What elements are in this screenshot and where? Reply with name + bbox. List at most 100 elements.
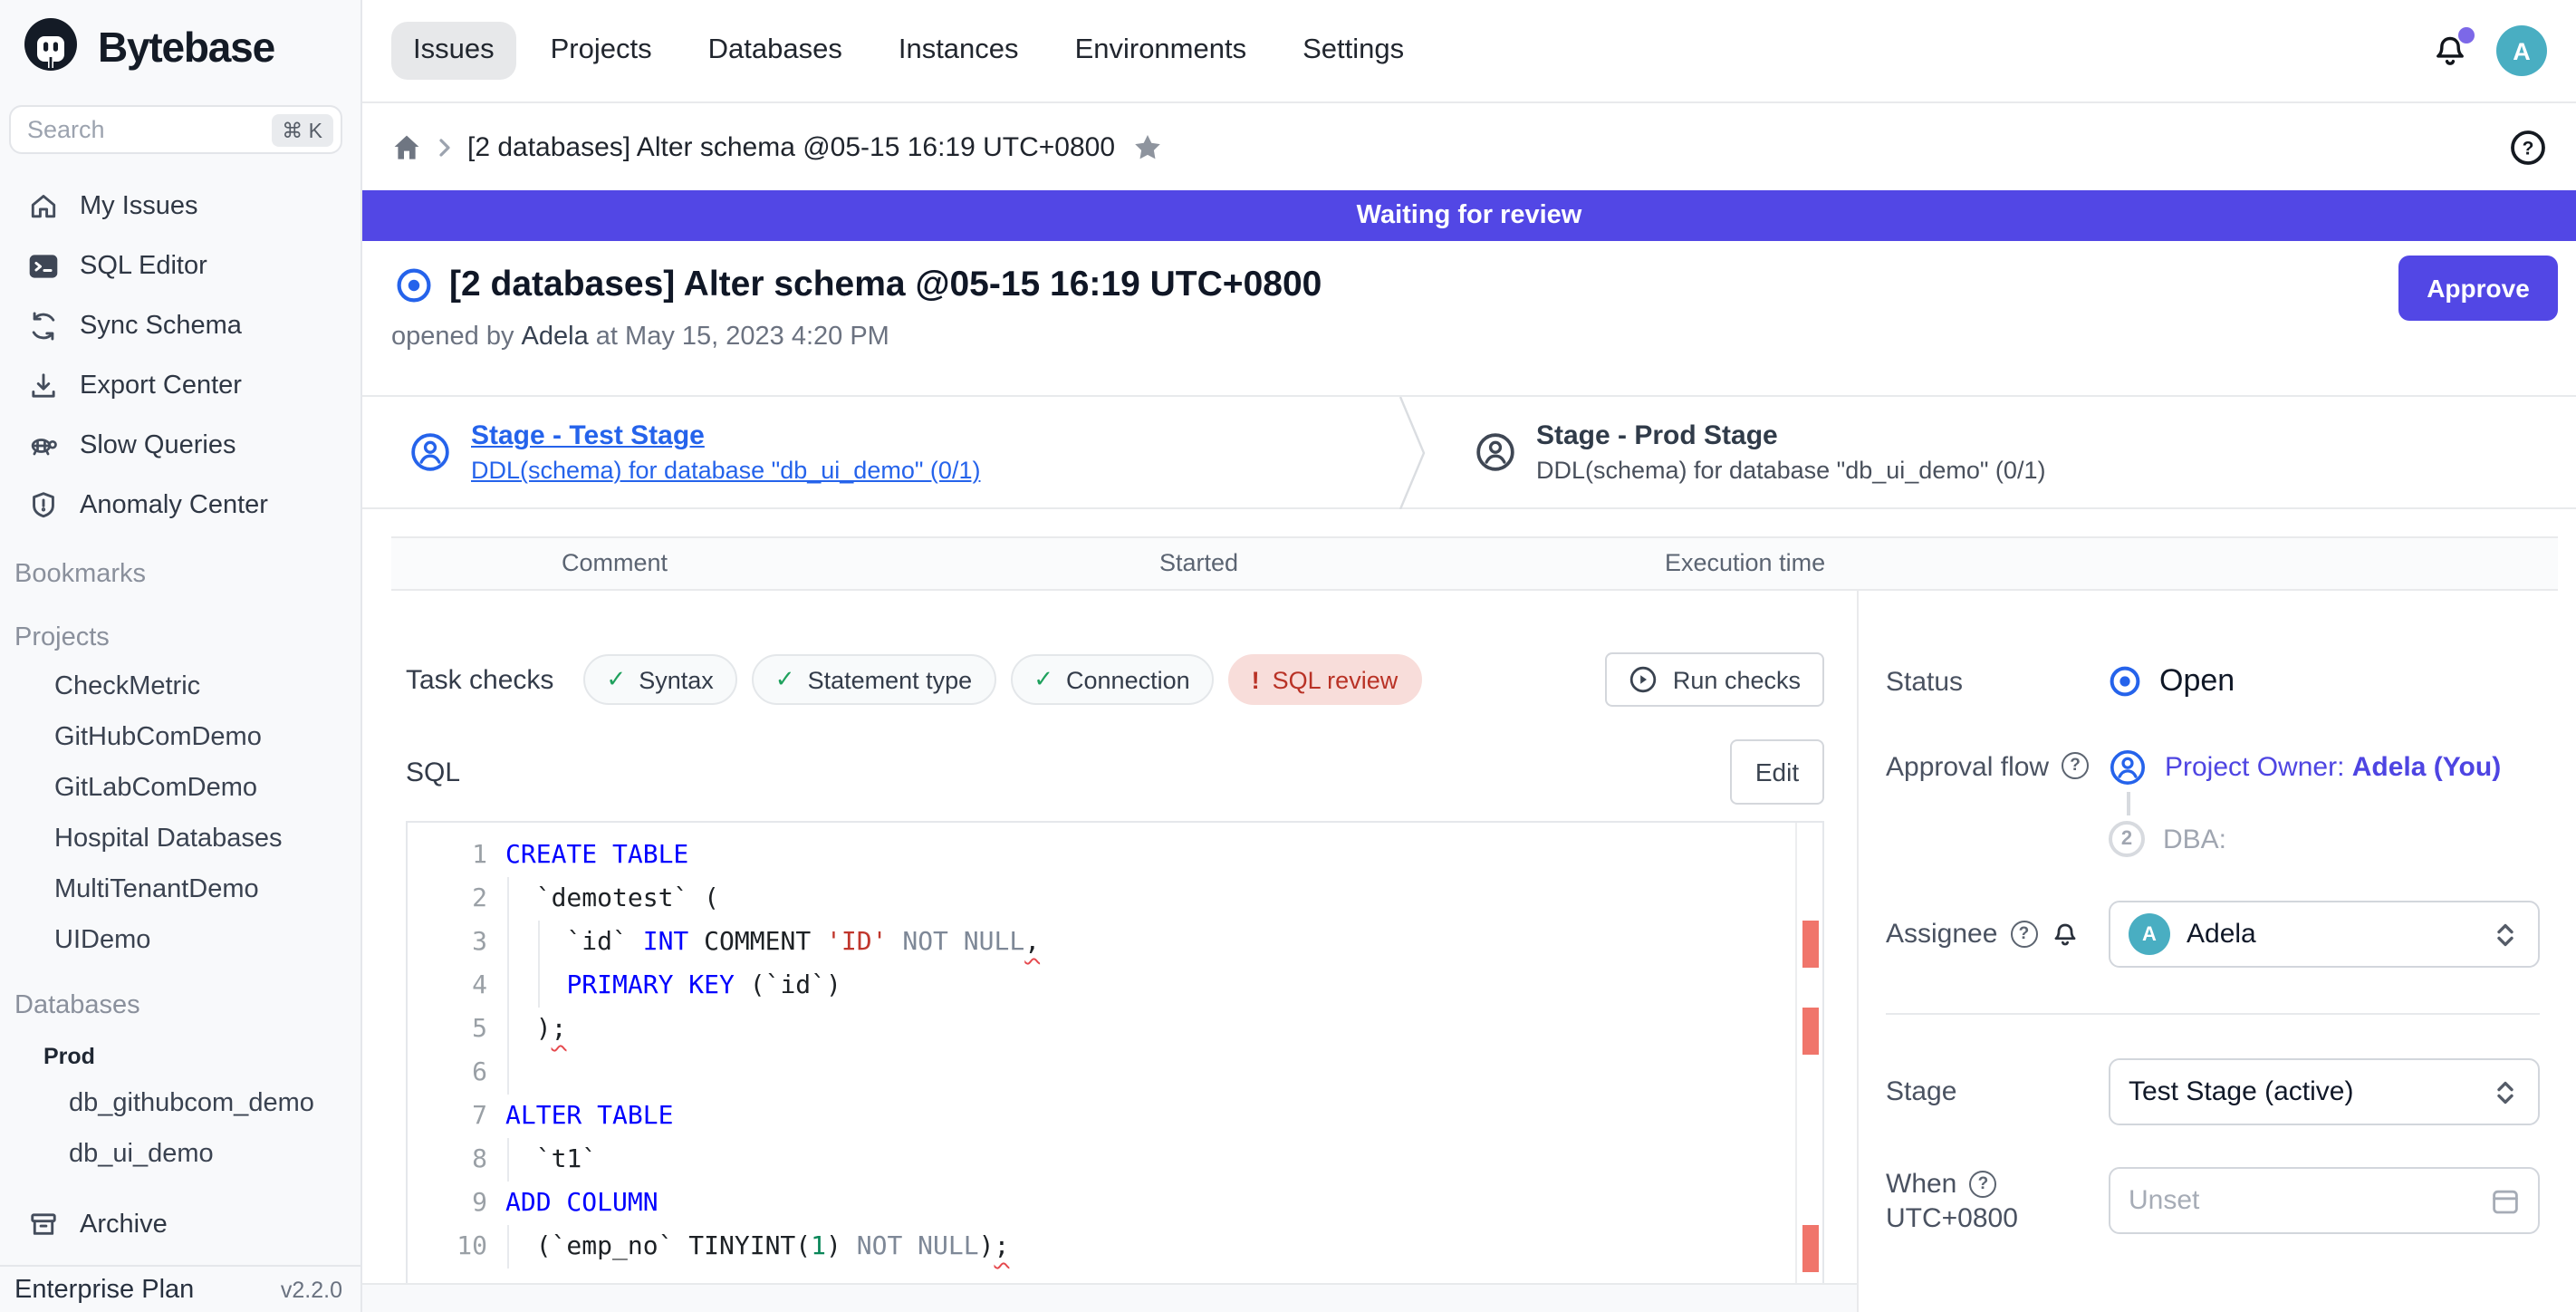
code-token-error: , <box>1024 928 1040 957</box>
question-icon[interactable]: ? <box>2010 921 2037 948</box>
code-token: ) <box>979 1232 995 1261</box>
check-badges: ✓ Syntax ✓ Statement type ✓ Connection <box>582 654 1421 705</box>
column-execution-time: Execution time <box>1665 538 1825 589</box>
top-nav-tabs: Issues Projects Databases Instances Envi… <box>391 22 1426 80</box>
sql-section-header: SQL Edit <box>406 739 1824 805</box>
play-circle-icon <box>1629 665 1658 694</box>
sidebar-item-archive[interactable]: Archive <box>0 1194 360 1254</box>
star-icon[interactable] <box>1131 131 1162 162</box>
opened-prefix: opened by <box>391 323 514 352</box>
code-token: NOT NULL <box>857 1232 979 1261</box>
stage-separator-chevron <box>1399 396 1427 508</box>
line-number: 5 <box>408 1008 487 1051</box>
sidebar-section-databases[interactable]: Databases <box>0 980 360 1029</box>
task-checks-label: Task checks <box>406 664 553 695</box>
assignee-select[interactable]: A Adela <box>2109 901 2540 968</box>
plan-footer: Enterprise Plan v2.2.0 <box>0 1265 360 1312</box>
when-datetime-input[interactable]: Unset <box>2109 1167 2540 1234</box>
sidebar-project-uidemo[interactable]: UIDemo <box>0 915 360 966</box>
status-banner-text: Waiting for review <box>1357 201 1582 230</box>
run-checks-button[interactable]: Run checks <box>1606 652 1824 707</box>
notifications-button[interactable] <box>2431 32 2469 70</box>
line-number: 7 <box>408 1095 487 1138</box>
main-area: Issues Projects Databases Instances Envi… <box>362 0 2576 1312</box>
step-number-badge: 2 <box>2109 821 2145 857</box>
svg-text:?: ? <box>2523 138 2534 159</box>
tab-instances[interactable]: Instances <box>877 22 1041 80</box>
check-syntax[interactable]: ✓ Syntax <box>582 654 736 705</box>
edit-sql-button[interactable]: Edit <box>1730 739 1824 805</box>
sidebar-db-githubcom-demo[interactable]: db_githubcom_demo <box>0 1078 360 1129</box>
approval-step-1[interactable]: Project Owner: Adela (You) <box>2109 748 2501 786</box>
check-fail-icon: ! <box>1252 666 1260 693</box>
approve-button[interactable]: Approve <box>2398 256 2558 321</box>
when-label: When <box>1886 1168 1956 1199</box>
check-label: Connection <box>1066 666 1190 693</box>
stage-card-prod[interactable]: Stage - Prod Stage DDL(schema) for datab… <box>1427 420 2045 484</box>
opened-time: May 15, 2023 4:20 PM <box>625 323 889 352</box>
sidebar-project-gitlabcomdemo[interactable]: GitLabComDemo <box>0 763 360 814</box>
sidebar-item-label: Anomaly Center <box>80 490 268 519</box>
question-icon[interactable]: ? <box>1969 1170 1996 1197</box>
plan-name: Enterprise Plan <box>14 1275 194 1304</box>
indent-guide <box>538 921 540 964</box>
search-shortcut: ⌘ K <box>271 113 333 146</box>
terminal-icon <box>27 249 60 282</box>
sidebar-item-sql-editor[interactable]: SQL Editor <box>0 236 360 295</box>
home-breadcrumb-icon[interactable] <box>391 131 422 162</box>
sidebar-item-sync-schema[interactable]: Sync Schema <box>0 295 360 355</box>
sidebar-section-projects[interactable]: Projects <box>0 613 360 661</box>
stage-card-test[interactable]: Stage - Test Stage DDL(schema) for datab… <box>362 420 1399 484</box>
approval-flow-row: Approval flow ? Project Owner: Adela (Yo… <box>1886 748 2540 857</box>
sidebar-project-multitenantdemo[interactable]: MultiTenantDemo <box>0 864 360 915</box>
search-input[interactable]: Search ⌘ K <box>9 105 342 154</box>
sidebar-item-anomaly-center[interactable]: Anomaly Center <box>0 475 360 535</box>
download-icon <box>27 369 60 401</box>
question-icon[interactable]: ? <box>2062 752 2089 779</box>
sidebar-project-hospital-databases[interactable]: Hospital Databases <box>0 814 360 864</box>
calendar-icon <box>2491 1186 2520 1215</box>
assignee-row: Assignee ? A Adela <box>1886 901 2540 968</box>
breadcrumb: [2 databases] Alter schema @05-15 16:19 … <box>362 103 2576 190</box>
stage-subtitle: DDL(schema) for database "db_ui_demo" (0… <box>1536 457 2045 484</box>
code-token: PRIMARY KEY <box>566 971 734 1000</box>
sidebar-item-export-center[interactable]: Export Center <box>0 355 360 415</box>
column-comment: Comment <box>562 538 668 589</box>
approval-role: Project Owner: <box>2165 752 2344 783</box>
tab-databases[interactable]: Databases <box>687 22 864 80</box>
line-number: 10 <box>408 1225 487 1269</box>
code-token: `demotest` ( <box>505 884 719 913</box>
sidebar-item-label: Archive <box>80 1210 168 1239</box>
sidebar-project-githubcomdemo[interactable]: GitHubComDemo <box>0 712 360 763</box>
code-token <box>505 971 566 1000</box>
sync-icon <box>27 309 60 342</box>
stage-select-row: Stage Test Stage (active) <box>1886 1058 2540 1125</box>
tab-environments[interactable]: Environments <box>1053 22 1269 80</box>
tab-issues[interactable]: Issues <box>391 22 516 80</box>
home-icon <box>27 189 60 222</box>
sidebar-item-label: Slow Queries <box>80 430 235 459</box>
help-icon[interactable]: ? <box>2509 128 2547 166</box>
stage-select[interactable]: Test Stage (active) <box>2109 1058 2540 1125</box>
stage-title: Stage - Prod Stage <box>1536 420 2045 451</box>
tab-settings[interactable]: Settings <box>1281 22 1426 80</box>
issue-meta: opened by Adela at May 15, 2023 4:20 PM <box>391 323 2547 352</box>
indent-guide <box>507 1008 509 1051</box>
sidebar-project-checkmetric[interactable]: CheckMetric <box>0 661 360 712</box>
sidebar-item-my-issues[interactable]: My Issues <box>0 176 360 236</box>
user-avatar[interactable]: A <box>2496 25 2547 76</box>
sidebar-item-slow-queries[interactable]: Slow Queries <box>0 415 360 475</box>
editor-overview-ruler[interactable] <box>1795 823 1822 1287</box>
sidebar-db-ui-demo[interactable]: db_ui_demo <box>0 1129 360 1180</box>
code-token: CREATE TABLE <box>505 841 688 870</box>
check-connection[interactable]: ✓ Connection <box>1010 654 1213 705</box>
sql-editor[interactable]: 1 CREATE TABLE 2 `demotest` ( 3 `id` INT… <box>406 821 1824 1288</box>
check-sql-review[interactable]: ! SQL review <box>1228 654 1422 705</box>
subscribe-bell-icon[interactable] <box>2050 920 2079 949</box>
tab-projects[interactable]: Projects <box>529 22 674 80</box>
stage-value: Test Stage (active) <box>2129 1076 2353 1107</box>
brand-logo[interactable]: Bytebase <box>0 0 360 94</box>
sql-label: SQL <box>406 757 460 787</box>
sidebar-section-bookmarks[interactable]: Bookmarks <box>0 549 360 598</box>
check-statement-type[interactable]: ✓ Statement type <box>752 654 995 705</box>
